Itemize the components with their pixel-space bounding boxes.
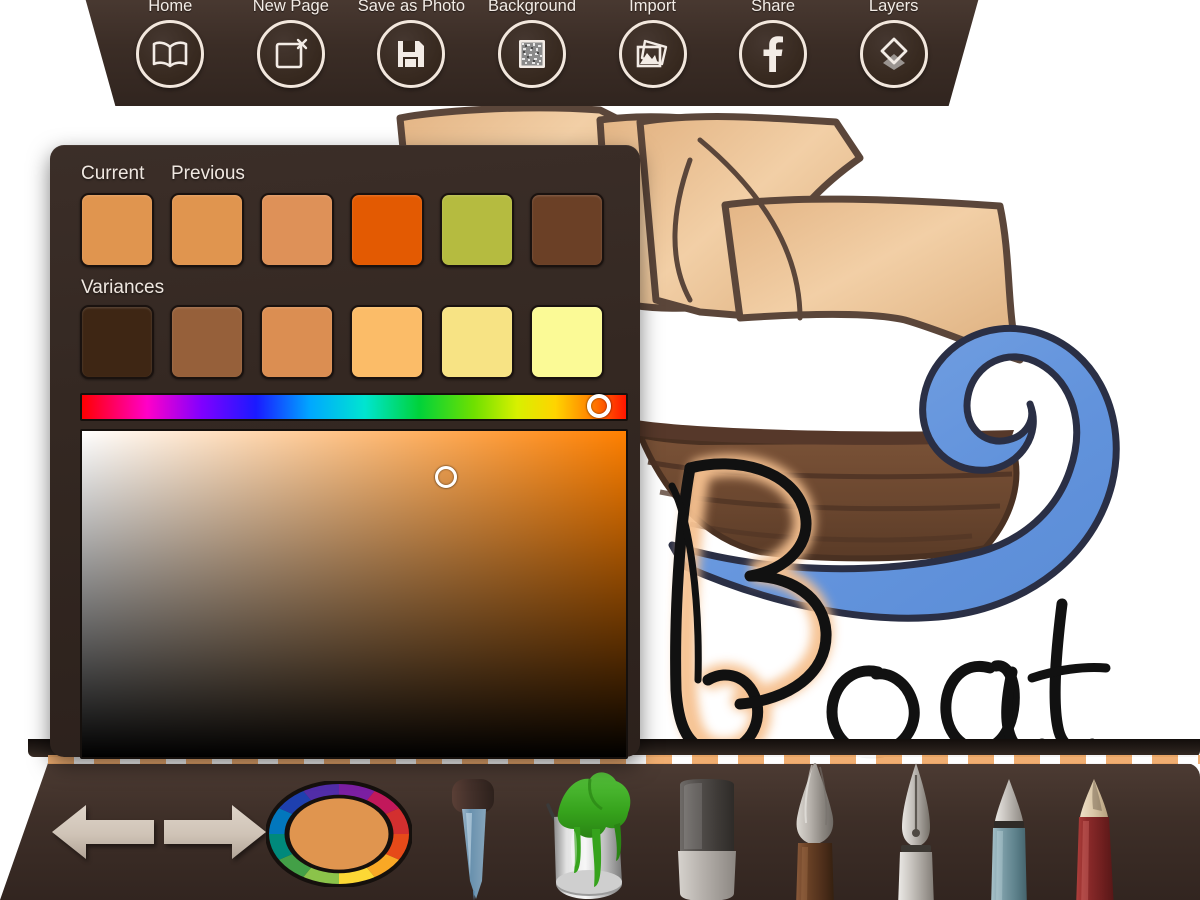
redo-button[interactable] <box>160 801 270 868</box>
swatch-previous-4[interactable] <box>440 193 514 267</box>
swatch-variance-6[interactable] <box>530 305 604 379</box>
label-variances: Variances <box>81 277 165 298</box>
undo-button[interactable] <box>48 801 158 868</box>
color-wheel-icon <box>265 780 413 888</box>
toolbar-item-layers[interactable]: Layers <box>842 0 946 88</box>
fountain-pen-icon <box>898 763 934 900</box>
book-icon[interactable] <box>136 20 205 88</box>
paint-bucket-tool[interactable] <box>530 769 640 900</box>
swatch-variance-2[interactable] <box>170 305 244 379</box>
toolbar-label-new-page: New Page <box>252 0 329 15</box>
bottom-toolbar <box>0 739 1200 900</box>
saturation-value-area[interactable] <box>80 429 628 759</box>
pencil-icon <box>1076 779 1114 900</box>
toolbar-item-background[interactable]: Background <box>480 0 584 88</box>
marker-pen-icon <box>991 779 1027 900</box>
swatch-variance-3[interactable] <box>260 305 334 379</box>
toolbar-item-home[interactable]: Home <box>118 0 222 88</box>
page-close-icon[interactable] <box>256 20 325 88</box>
toolbar-item-save-as-photo[interactable]: Save as Photo <box>357 0 466 88</box>
variance-swatch-row <box>66 305 624 379</box>
marker-pen-tool[interactable] <box>975 777 1045 900</box>
toolbar-label-share: Share <box>751 0 796 15</box>
hue-slider-handle[interactable] <box>586 394 611 418</box>
floppy-disk-icon[interactable] <box>377 20 446 88</box>
fountain-pen-tool[interactable] <box>882 761 952 900</box>
swatch-current[interactable] <box>80 193 154 267</box>
eyedropper-icon <box>452 779 494 900</box>
swatch-previous-2[interactable] <box>260 193 334 267</box>
label-current: Current <box>81 163 145 184</box>
toolbar-label-import: Import <box>629 0 676 15</box>
texture-icon[interactable] <box>497 20 566 88</box>
eraser-icon <box>678 779 736 900</box>
toolbar-label-background: Background <box>487 0 576 15</box>
app-root: Home New Page Save as Photo Background I… <box>0 0 1200 900</box>
paintbrush-tool[interactable] <box>780 761 850 900</box>
color-wheel-button[interactable] <box>265 780 413 888</box>
swatch-variance-1[interactable] <box>80 305 154 379</box>
arrow-right-icon <box>164 805 266 859</box>
swatch-variance-5[interactable] <box>440 305 514 379</box>
facebook-icon[interactable] <box>739 20 808 88</box>
value-gradient <box>82 431 626 757</box>
arrow-left-icon <box>52 805 154 859</box>
swatch-previous-3[interactable] <box>350 193 424 267</box>
paintbrush-icon <box>796 763 834 900</box>
swatch-row-labels: Current Previous <box>66 163 624 187</box>
top-toolbar: Home New Page Save as Photo Background I… <box>84 0 980 106</box>
eraser-tool[interactable] <box>672 777 742 900</box>
label-previous: Previous <box>171 163 245 184</box>
paint-bucket-icon <box>546 772 631 899</box>
toolbar-label-home: Home <box>148 0 193 15</box>
eyedropper-tool[interactable] <box>440 773 508 900</box>
swatch-previous-5[interactable] <box>530 193 604 267</box>
toolbar-item-new-page[interactable]: New Page <box>239 0 343 88</box>
layers-icon[interactable] <box>859 20 928 88</box>
swatch-variance-4[interactable] <box>350 305 424 379</box>
toolbar-item-import[interactable]: Import <box>601 0 705 88</box>
toolbar-item-share[interactable]: Share <box>721 0 825 88</box>
pencil-tool[interactable] <box>1062 777 1132 900</box>
color-picker-panel[interactable]: Current Previous Variances <box>50 145 640 759</box>
swatch-previous-1[interactable] <box>170 193 244 267</box>
toolbar-label-layers: Layers <box>868 0 919 15</box>
hue-slider[interactable] <box>80 393 628 421</box>
photos-icon[interactable] <box>618 20 687 88</box>
toolbar-label-save-as-photo: Save as Photo <box>357 0 466 15</box>
recent-swatch-row <box>66 193 624 267</box>
